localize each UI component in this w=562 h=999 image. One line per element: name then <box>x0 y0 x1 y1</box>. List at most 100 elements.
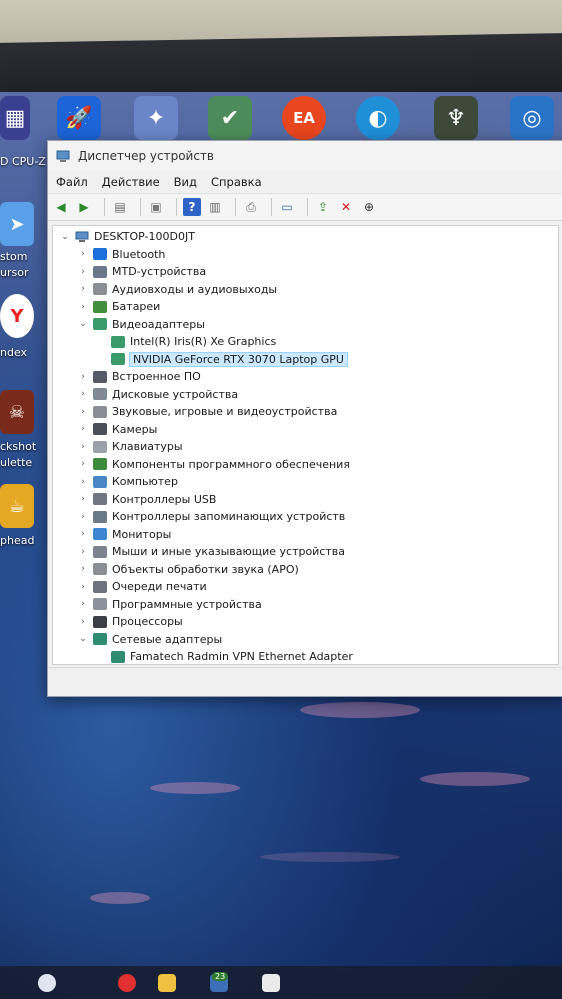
desktop-label: stom <box>0 250 28 263</box>
toolbar-separator <box>176 198 177 216</box>
computer-icon <box>75 231 89 242</box>
tree-category[interactable]: › Программные устройства <box>53 596 558 613</box>
back-icon[interactable]: ◀ <box>52 198 70 216</box>
cuphead-icon[interactable]: ☕ <box>0 484 34 528</box>
tree-device[interactable]: Famatech Radmin VPN Ethernet Adapter <box>53 648 558 664</box>
camera-app-icon[interactable]: ◎ <box>510 96 554 140</box>
chevron-right-icon[interactable]: › <box>77 407 89 417</box>
uninstall-device-icon[interactable]: ✕ <box>337 198 355 216</box>
edge-icon[interactable]: ◐ <box>356 96 400 140</box>
chevron-right-icon[interactable]: › <box>77 564 89 574</box>
chevron-right-icon[interactable]: › <box>77 442 89 452</box>
desktop-label: phead <box>0 534 35 547</box>
chevron-right-icon[interactable]: › <box>77 459 89 469</box>
buckshot-roulette-icon[interactable]: ☠ <box>0 390 34 434</box>
forward-icon[interactable]: ▶ <box>75 198 93 216</box>
chevron-right-icon[interactable]: › <box>77 424 89 434</box>
tree-category[interactable]: › Батареи <box>53 298 558 315</box>
print-icon[interactable]: ⎙ <box>242 198 260 216</box>
tree-item-label: Клавиатуры <box>112 440 183 453</box>
tree-category[interactable]: › Процессоры <box>53 613 558 630</box>
chevron-right-icon[interactable]: › <box>77 512 89 522</box>
toolbar-separator <box>104 198 105 216</box>
wave-highlight <box>90 892 150 904</box>
tree-root[interactable]: ⌄ DESKTOP-100D0JT <box>53 228 558 245</box>
tree-category[interactable]: ⌄ Видеоадаптеры <box>53 316 558 333</box>
tree-item-label: Мониторы <box>112 527 172 541</box>
app-icon[interactable] <box>262 974 280 992</box>
game-shortcut-icon[interactable]: ✦ <box>134 96 178 140</box>
tree-category[interactable]: ⌄ Сетевые адаптеры <box>53 631 558 648</box>
chevron-right-icon[interactable]: › <box>77 284 89 294</box>
show-hide-console-icon[interactable]: ▤ <box>111 198 129 216</box>
tree-category[interactable]: › MTD-устройства <box>53 263 558 280</box>
search-icon[interactable] <box>38 974 56 992</box>
chevron-right-icon[interactable]: › <box>77 494 89 504</box>
tree-category[interactable]: › Аудиовходы и аудиовыходы <box>53 281 558 298</box>
chevron-down-icon[interactable]: ⌄ <box>59 232 71 242</box>
view-icon[interactable]: ▥ <box>206 198 224 216</box>
ea-icon[interactable]: EA <box>282 96 326 140</box>
menu-action[interactable]: Действие <box>102 175 160 189</box>
cursor-app-icon[interactable]: ➤ <box>0 202 34 246</box>
chevron-right-icon[interactable]: › <box>77 582 89 592</box>
chevron-right-icon[interactable]: › <box>77 372 89 382</box>
tree-device[interactable]: Intel(R) Iris(R) Xe Graphics <box>53 333 558 350</box>
menu-file[interactable]: Файл <box>56 175 88 189</box>
tree-category[interactable]: › Объекты обработки звука (APO) <box>53 561 558 578</box>
tree-category[interactable]: › Клавиатуры <box>53 438 558 455</box>
chevron-right-icon[interactable]: › <box>77 389 89 399</box>
properties-icon[interactable]: ▣ <box>147 198 165 216</box>
chevron-down-icon[interactable]: ⌄ <box>77 634 89 644</box>
title-bar[interactable]: Диспетчер устройств <box>48 141 562 171</box>
tree-category[interactable]: › Встроенное ПО <box>53 368 558 385</box>
help-icon[interactable]: ? <box>183 198 201 216</box>
printer-icon <box>93 580 107 593</box>
tree-item-label: Дисковые устройства <box>112 387 239 401</box>
tree-category[interactable]: › Камеры <box>53 421 558 438</box>
tree-category[interactable]: › Bluetooth <box>53 246 558 263</box>
chevron-right-icon[interactable]: › <box>77 599 89 609</box>
menu-view[interactable]: Вид <box>174 175 197 189</box>
file-explorer-icon[interactable] <box>158 974 176 992</box>
tree-category[interactable]: › Контроллеры USB <box>53 491 558 508</box>
disk-icon <box>93 388 107 400</box>
chevron-right-icon[interactable]: › <box>77 547 89 557</box>
chevron-right-icon[interactable]: › <box>77 267 89 277</box>
chevron-right-icon[interactable]: › <box>77 477 89 487</box>
update-driver-icon[interactable]: ⇪ <box>314 198 332 216</box>
chevron-right-icon[interactable]: › <box>77 617 89 627</box>
tree-item-label: Компоненты программного обеспечения <box>112 457 350 471</box>
tree-category[interactable]: › Мониторы <box>53 526 558 543</box>
yandex-icon[interactable]: Y <box>0 294 34 338</box>
software-device-icon <box>93 598 107 610</box>
menu-help[interactable]: Справка <box>211 175 262 189</box>
tree-category[interactable]: › Компоненты программного обеспечения <box>53 456 558 473</box>
tree-item-label: Программные устройства <box>112 597 262 611</box>
xbox-icon[interactable]: ✔ <box>208 96 252 140</box>
rocket-league-icon[interactable]: 🚀 <box>57 96 101 140</box>
tree-category[interactable]: › Звуковые, игровые и видеоустройства <box>53 403 558 420</box>
elden-ring-icon[interactable]: ♆ <box>434 96 478 140</box>
tree-item-label: Аудиовходы и аудиовыходы <box>112 282 278 296</box>
tree-category[interactable]: › Контроллеры запоминающих устройств <box>53 508 558 525</box>
chevron-right-icon[interactable]: › <box>77 529 89 539</box>
desktop-label: ulette <box>0 456 33 469</box>
tree-category[interactable]: › Очереди печати <box>53 578 558 595</box>
disable-device-icon[interactable]: ⊕ <box>360 198 378 216</box>
wave-highlight <box>300 702 420 718</box>
tree-category[interactable]: › Дисковые устройства <box>53 386 558 403</box>
app-icon[interactable] <box>118 974 136 992</box>
taskbar: 23 <box>0 966 562 999</box>
network-icon <box>111 650 125 663</box>
chevron-down-icon[interactable]: ⌄ <box>77 319 89 329</box>
chevron-right-icon[interactable]: › <box>77 302 89 312</box>
scan-hardware-icon[interactable]: ▭ <box>278 198 296 216</box>
chevron-right-icon[interactable]: › <box>77 249 89 259</box>
tree-device[interactable]: NVIDIA GeForce RTX 3070 Laptop GPU <box>53 351 558 368</box>
cpu-z-icon[interactable]: ▦ <box>0 96 30 140</box>
tree-category[interactable]: › Мыши и иные указывающие устройства <box>53 543 558 560</box>
storage-controller-icon <box>93 510 107 523</box>
desktop-label: D CPU-Z <box>0 155 46 168</box>
tree-category[interactable]: › Компьютер <box>53 473 558 490</box>
